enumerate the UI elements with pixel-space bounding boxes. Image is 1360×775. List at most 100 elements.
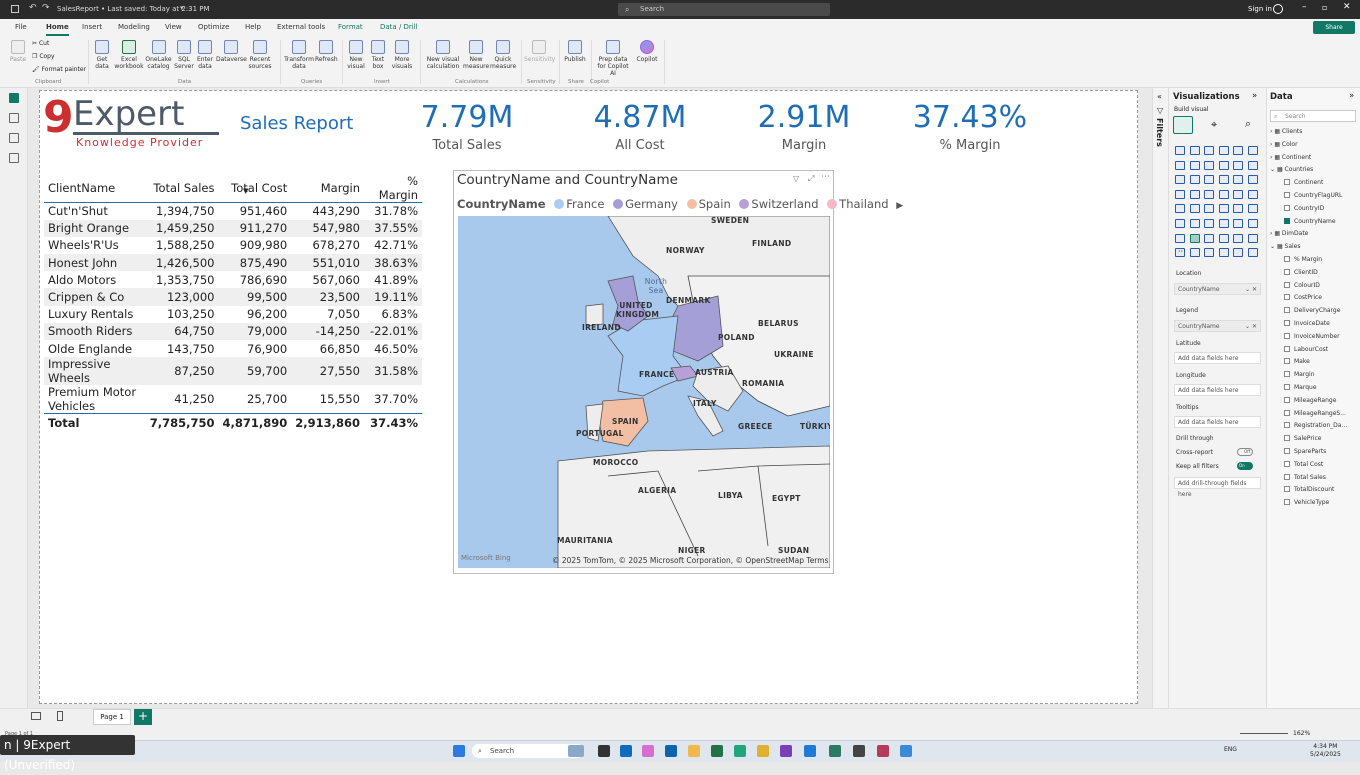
start-icon[interactable] — [453, 745, 465, 757]
menu-view[interactable]: View — [165, 23, 182, 31]
visual-type-icon[interactable] — [1175, 146, 1185, 155]
build-visual-icon[interactable] — [1173, 116, 1193, 134]
visual-type-icon[interactable] — [1233, 204, 1243, 214]
field-checkbox[interactable] — [1284, 179, 1290, 186]
table-row[interactable]: Impressive Wheels 87,250 59,700 27,550 31.58… — [44, 357, 422, 386]
zoom-slider[interactable] — [1240, 733, 1288, 734]
field-checkbox[interactable] — [1284, 358, 1290, 365]
data-field[interactable]: DeliveryCharge — [1284, 307, 1340, 314]
publish-button[interactable]: Publish — [563, 40, 587, 63]
more-visuals-button[interactable]: More visuals — [390, 40, 414, 70]
field-checkbox[interactable] — [1284, 486, 1290, 493]
data-field[interactable]: ColourID — [1284, 281, 1320, 289]
visual-type-icon[interactable] — [1189, 219, 1200, 228]
app-icon[interactable] — [877, 745, 889, 757]
page-tab[interactable]: Page 1 — [93, 709, 131, 725]
field-checkbox[interactable] — [1284, 422, 1290, 429]
visual-type-icon[interactable] — [1189, 175, 1200, 185]
table-row[interactable]: Aldo Motors 1,353,750 786,690 567,060 41.89% — [44, 271, 422, 288]
visual-type-icon[interactable] — [1204, 248, 1214, 258]
excel-workbook-button[interactable]: Excel workbook — [114, 40, 144, 70]
format-visual-icon[interactable]: ⌖ — [1211, 118, 1217, 132]
visual-type-icon[interactable] — [1247, 146, 1258, 155]
model-view-icon[interactable] — [9, 133, 19, 143]
text-box-button[interactable]: Text box — [368, 40, 388, 70]
field-checkbox[interactable] — [1284, 268, 1290, 275]
visual-type-icon[interactable] — [1218, 248, 1229, 258]
field-checkbox[interactable] — [1284, 256, 1290, 262]
cut-button[interactable]: ✂ Cut — [32, 40, 49, 47]
field-checkbox[interactable] — [1284, 448, 1290, 454]
zoom-level[interactable]: 162% — [1293, 730, 1310, 737]
new-visual-button[interactable]: New visual — [346, 40, 366, 70]
visual-type-icon[interactable] — [1204, 219, 1214, 228]
table-row[interactable]: Cut'n'Shut 1,394,750 951,460 443,290 31.78% — [44, 203, 422, 220]
visual-type-icon[interactable] — [1175, 219, 1185, 228]
field-checkbox[interactable] — [1284, 281, 1290, 288]
field-checkbox[interactable] — [1284, 473, 1290, 480]
table-row[interactable]: Premium Motor Vehicles 41,250 25,700 15,550… — [44, 385, 422, 414]
app-icon[interactable] — [900, 745, 912, 757]
field-checkbox[interactable] — [1284, 217, 1290, 224]
user-avatar-icon[interactable] — [1273, 4, 1283, 14]
collapse-visualizations-icon[interactable]: » — [1252, 91, 1257, 101]
paste-button[interactable]: Paste — [8, 40, 28, 63]
table-row[interactable]: Bright Orange 1,459,250 911,270 547,980 37.5… — [44, 219, 422, 237]
sensitivity-button[interactable]: Sensitivity — [524, 40, 555, 63]
analytics-icon[interactable]: ⌕ — [1245, 117, 1251, 131]
data-field[interactable]: Continent — [1284, 179, 1323, 186]
more-visuals-icon[interactable]: ··· — [1178, 247, 1186, 256]
visual-type-icon[interactable] — [1175, 175, 1185, 185]
visual-type-icon[interactable] — [1218, 160, 1229, 170]
chrome-icon[interactable] — [757, 745, 769, 757]
copy-button[interactable]: ❐ Copy — [32, 53, 55, 60]
report-view-icon[interactable] — [9, 93, 19, 103]
undo-icon[interactable]: ↶ — [29, 3, 37, 13]
data-field[interactable]: CountryID — [1284, 204, 1324, 212]
widget-icon[interactable] — [568, 745, 584, 757]
visual-type-icon[interactable] — [1247, 219, 1258, 228]
data-field[interactable]: ClientID — [1284, 268, 1318, 276]
visual-type-icon[interactable] — [1233, 248, 1243, 258]
format-painter-button[interactable]: 🖌 Format painter — [32, 66, 86, 73]
visual-type-icon[interactable] — [1189, 204, 1200, 214]
filters-pane-collapsed[interactable]: « ▽ Filters — [1152, 88, 1168, 708]
table-row[interactable]: Olde Englande 143,750 76,900 66,850 46.50% — [44, 340, 422, 357]
new-measure-button[interactable]: New measure — [463, 40, 489, 70]
share-button[interactable]: Share — [1313, 21, 1355, 34]
remove-field-icon[interactable]: ⌄ ✕ — [1245, 284, 1257, 295]
field-checkbox[interactable] — [1284, 332, 1290, 339]
save-icon[interactable] — [11, 5, 19, 13]
kpi-percent-margin[interactable]: 37.43% % Margin — [905, 100, 1035, 153]
table-row[interactable]: Luxury Rentals 103,250 96,200 7,050 6.83% — [44, 306, 422, 323]
recent-sources-button[interactable]: Recent sources — [247, 40, 273, 70]
longitude-well[interactable]: Add data fields here — [1174, 384, 1261, 396]
map-attribution[interactable]: © 2025 TomTom, © 2025 Microsoft Corporat… — [552, 556, 828, 565]
visual-type-icon[interactable] — [1247, 189, 1258, 199]
maximize-icon[interactable]: ▫ — [1322, 3, 1327, 12]
menu-modeling[interactable]: Modeling — [118, 23, 150, 31]
table-row[interactable]: Honest John 1,426,500 875,490 551,010 38.63% — [44, 254, 422, 272]
transform-data-button[interactable]: Transform data — [284, 40, 314, 70]
vscode-icon[interactable] — [804, 745, 816, 757]
visual-type-icon[interactable] — [1233, 233, 1243, 243]
refresh-button[interactable]: Refresh — [315, 40, 338, 63]
column-header[interactable]: ClientName — [44, 174, 146, 203]
visual-studio-icon[interactable] — [780, 745, 792, 757]
column-header[interactable]: Total Sales — [145, 174, 219, 203]
data-field[interactable]: MileageRange — [1284, 396, 1336, 404]
chevron-down-icon[interactable]: ▾ — [180, 4, 184, 12]
tooltips-well[interactable]: Add data fields here — [1174, 416, 1261, 428]
mobile-layout-icon[interactable] — [57, 711, 63, 721]
field-checkbox[interactable] — [1284, 192, 1290, 198]
visual-type-icon[interactable] — [1247, 248, 1258, 258]
column-header[interactable]: % Margin — [364, 174, 422, 203]
column-header[interactable]: Margin — [291, 174, 364, 203]
keep-all-filters-toggle[interactable]: On — [1237, 462, 1253, 470]
menu-file[interactable]: File — [15, 23, 27, 31]
dataverse-button[interactable]: Dataverse — [216, 40, 247, 63]
table-view-icon[interactable] — [9, 113, 19, 123]
new-visual-calculation-button[interactable]: New visual calculation — [424, 40, 462, 70]
legend-item[interactable]: Spain — [682, 197, 731, 211]
outlook-icon[interactable] — [665, 745, 677, 757]
